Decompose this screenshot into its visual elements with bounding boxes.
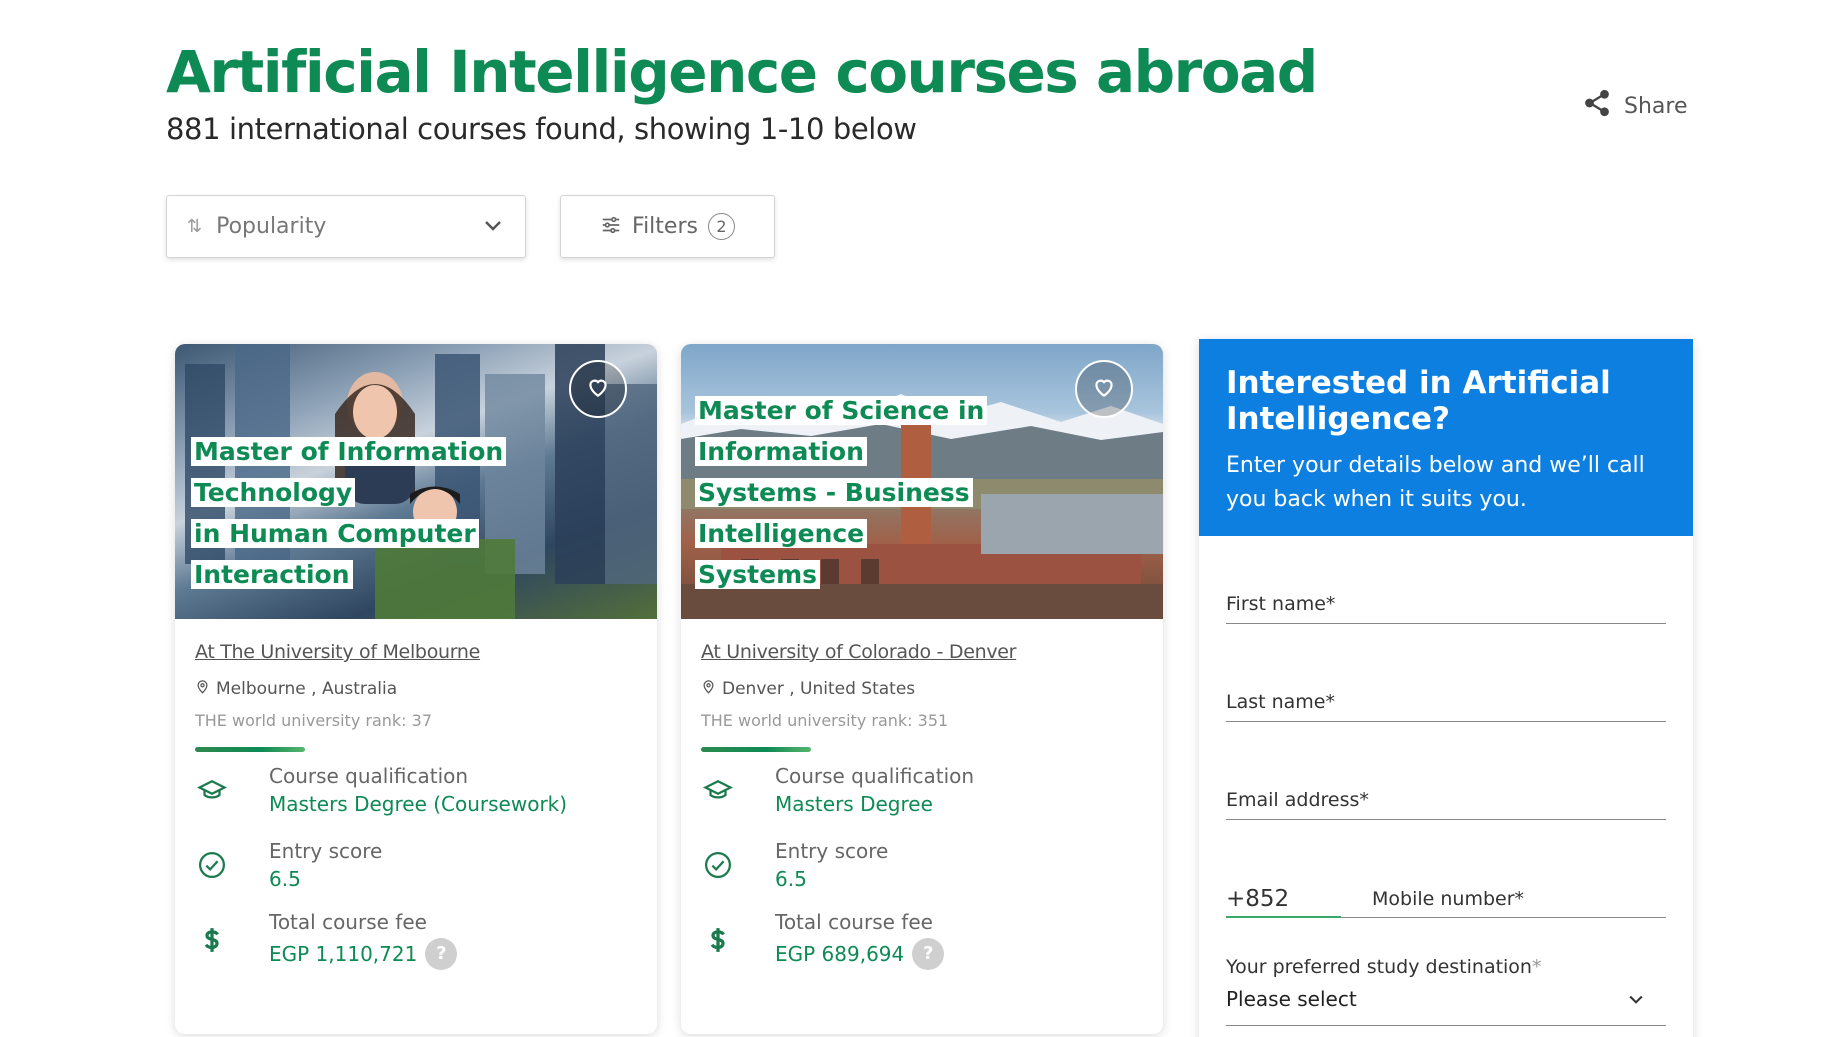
destination-label-text: Your preferred study destination bbox=[1226, 956, 1532, 978]
last-name-label: Last name* bbox=[1226, 691, 1335, 713]
course-fee-label: Total course fee bbox=[775, 909, 933, 934]
qualification-row: Course qualification Masters Degree (Cou… bbox=[195, 752, 637, 827]
location-text: Denver , United States bbox=[722, 679, 916, 699]
filters-label: Filters bbox=[632, 214, 698, 239]
lead-form-description: Enter your details below and we’ll call … bbox=[1226, 453, 1645, 512]
location-text: Melbourne , Australia bbox=[216, 679, 398, 699]
required-asterisk: * bbox=[1531, 956, 1542, 978]
sort-value: Popularity bbox=[216, 214, 327, 239]
course-fee-row: Total course fee EGP 689,694 ? bbox=[701, 902, 1143, 977]
share-icon bbox=[1582, 88, 1612, 124]
course-card: Master of Information Technology in Huma… bbox=[175, 344, 657, 1034]
course-image[interactable]: Master of Science in Information Systems… bbox=[681, 344, 1163, 619]
dollar-icon bbox=[195, 925, 245, 955]
map-pin-icon bbox=[701, 679, 716, 699]
world-rank: THE world university rank: 37 bbox=[195, 711, 637, 730]
lead-form-title: Interested in Artificial Intelligence? bbox=[1226, 365, 1611, 437]
graduation-cap-icon bbox=[195, 775, 245, 805]
phone-field: +852 Mobile number* bbox=[1226, 820, 1666, 918]
filters-count-badge: 2 bbox=[707, 213, 735, 240]
email-field[interactable]: Email address* bbox=[1226, 722, 1666, 820]
course-fee-label: Total course fee bbox=[269, 909, 427, 934]
location: Melbourne , Australia bbox=[195, 679, 637, 699]
results-count: 881 international courses found, showing… bbox=[166, 112, 917, 146]
course-image[interactable]: Master of Information Technology in Huma… bbox=[175, 344, 657, 619]
heart-icon bbox=[585, 374, 611, 404]
share-label: Share bbox=[1624, 93, 1688, 119]
check-circle-icon bbox=[195, 850, 245, 880]
dollar-icon bbox=[701, 925, 751, 955]
last-name-field[interactable]: Last name* bbox=[1226, 624, 1666, 722]
course-card: Master of Science in Information Systems… bbox=[681, 344, 1163, 1034]
qualification-text: Masters Degree (Coursework) bbox=[269, 791, 568, 816]
lead-form-panel: Interested in Artificial Intelligence? E… bbox=[1199, 339, 1693, 1037]
qualification-value: Masters Degree bbox=[775, 792, 974, 816]
world-rank: THE world university rank: 351 bbox=[701, 711, 1143, 730]
share-button[interactable]: Share bbox=[1582, 88, 1688, 124]
course-title-line: Systems bbox=[695, 560, 821, 589]
country-code-select[interactable]: +852 bbox=[1226, 886, 1289, 912]
sort-icon: ⇅ bbox=[187, 216, 203, 237]
course-title-line: in Human Computer Interaction bbox=[191, 519, 479, 589]
mobile-number-field[interactable]: Mobile number* bbox=[1372, 888, 1524, 910]
course-title-line: Systems - Business Intelligence bbox=[695, 478, 973, 548]
chevron-down-icon bbox=[481, 213, 505, 241]
rank-value: 351 bbox=[917, 711, 949, 730]
fee-help-icon[interactable]: ? bbox=[912, 937, 945, 970]
course-title[interactable]: Master of Information Technology in Huma… bbox=[191, 431, 593, 595]
heart-icon bbox=[1091, 374, 1117, 404]
lead-form: First name* Last name* Email address* +8… bbox=[1199, 536, 1693, 1026]
favourite-button[interactable] bbox=[1075, 360, 1133, 418]
rank-value: 37 bbox=[411, 711, 432, 730]
course-fee-text: EGP 1,110,721 bbox=[269, 941, 418, 966]
entry-score-value: 6.5 bbox=[775, 867, 888, 891]
course-fee-row: Total course fee EGP 1,110,721 ? bbox=[195, 902, 637, 977]
course-title-line: Master of Science in Information bbox=[695, 396, 988, 466]
university-link[interactable]: At The University of Melbourne bbox=[195, 641, 480, 663]
graduation-cap-icon bbox=[701, 775, 751, 805]
location: Denver , United States bbox=[701, 679, 1143, 699]
course-fee-text: EGP 689,694 bbox=[775, 941, 905, 966]
rank-label: THE world university rank: bbox=[701, 711, 913, 730]
first-name-field[interactable]: First name* bbox=[1226, 536, 1666, 624]
email-label: Email address* bbox=[1226, 789, 1369, 811]
entry-score-label: Entry score bbox=[775, 838, 889, 863]
first-name-label: First name* bbox=[1226, 593, 1336, 615]
page-title: Artificial Intelligence courses abroad bbox=[166, 38, 1318, 106]
lead-form-header: Interested in Artificial Intelligence? E… bbox=[1199, 339, 1693, 536]
qualification-value: Masters Degree (Coursework) bbox=[269, 792, 567, 816]
destination-label: Your preferred study destination* bbox=[1226, 956, 1541, 978]
course-fee-value: EGP 689,694 ? bbox=[775, 937, 945, 970]
university-link[interactable]: At University of Colorado - Denver bbox=[701, 641, 1016, 663]
qualification-label: Course qualification bbox=[269, 763, 469, 788]
course-title-line: Master of Information Technology bbox=[191, 437, 507, 507]
qualification-row: Course qualification Masters Degree bbox=[701, 752, 1143, 827]
course-fee-value: EGP 1,110,721 ? bbox=[269, 937, 458, 970]
sort-select[interactable]: ⇅ Popularity bbox=[166, 195, 526, 258]
entry-score-text: 6.5 bbox=[269, 866, 301, 891]
entry-score-row: Entry score 6.5 bbox=[195, 827, 637, 902]
qualification-text: Masters Degree bbox=[775, 791, 933, 816]
sliders-icon bbox=[600, 214, 622, 240]
rank-label: THE world university rank: bbox=[195, 711, 407, 730]
favourite-button[interactable] bbox=[569, 360, 627, 418]
entry-score-text: 6.5 bbox=[775, 866, 807, 891]
qualification-label: Course qualification bbox=[775, 763, 975, 788]
course-title[interactable]: Master of Science in Information Systems… bbox=[695, 390, 1083, 595]
check-circle-icon bbox=[701, 850, 751, 880]
destination-value: Please select bbox=[1226, 987, 1357, 1011]
entry-score-label: Entry score bbox=[269, 838, 383, 863]
entry-score-value: 6.5 bbox=[269, 867, 382, 891]
entry-score-row: Entry score 6.5 bbox=[701, 827, 1143, 902]
destination-select[interactable]: Your preferred study destination* Please… bbox=[1226, 918, 1666, 1026]
fee-help-icon[interactable]: ? bbox=[425, 937, 458, 970]
map-pin-icon bbox=[195, 679, 210, 699]
filters-button[interactable]: Filters 2 bbox=[560, 195, 775, 258]
